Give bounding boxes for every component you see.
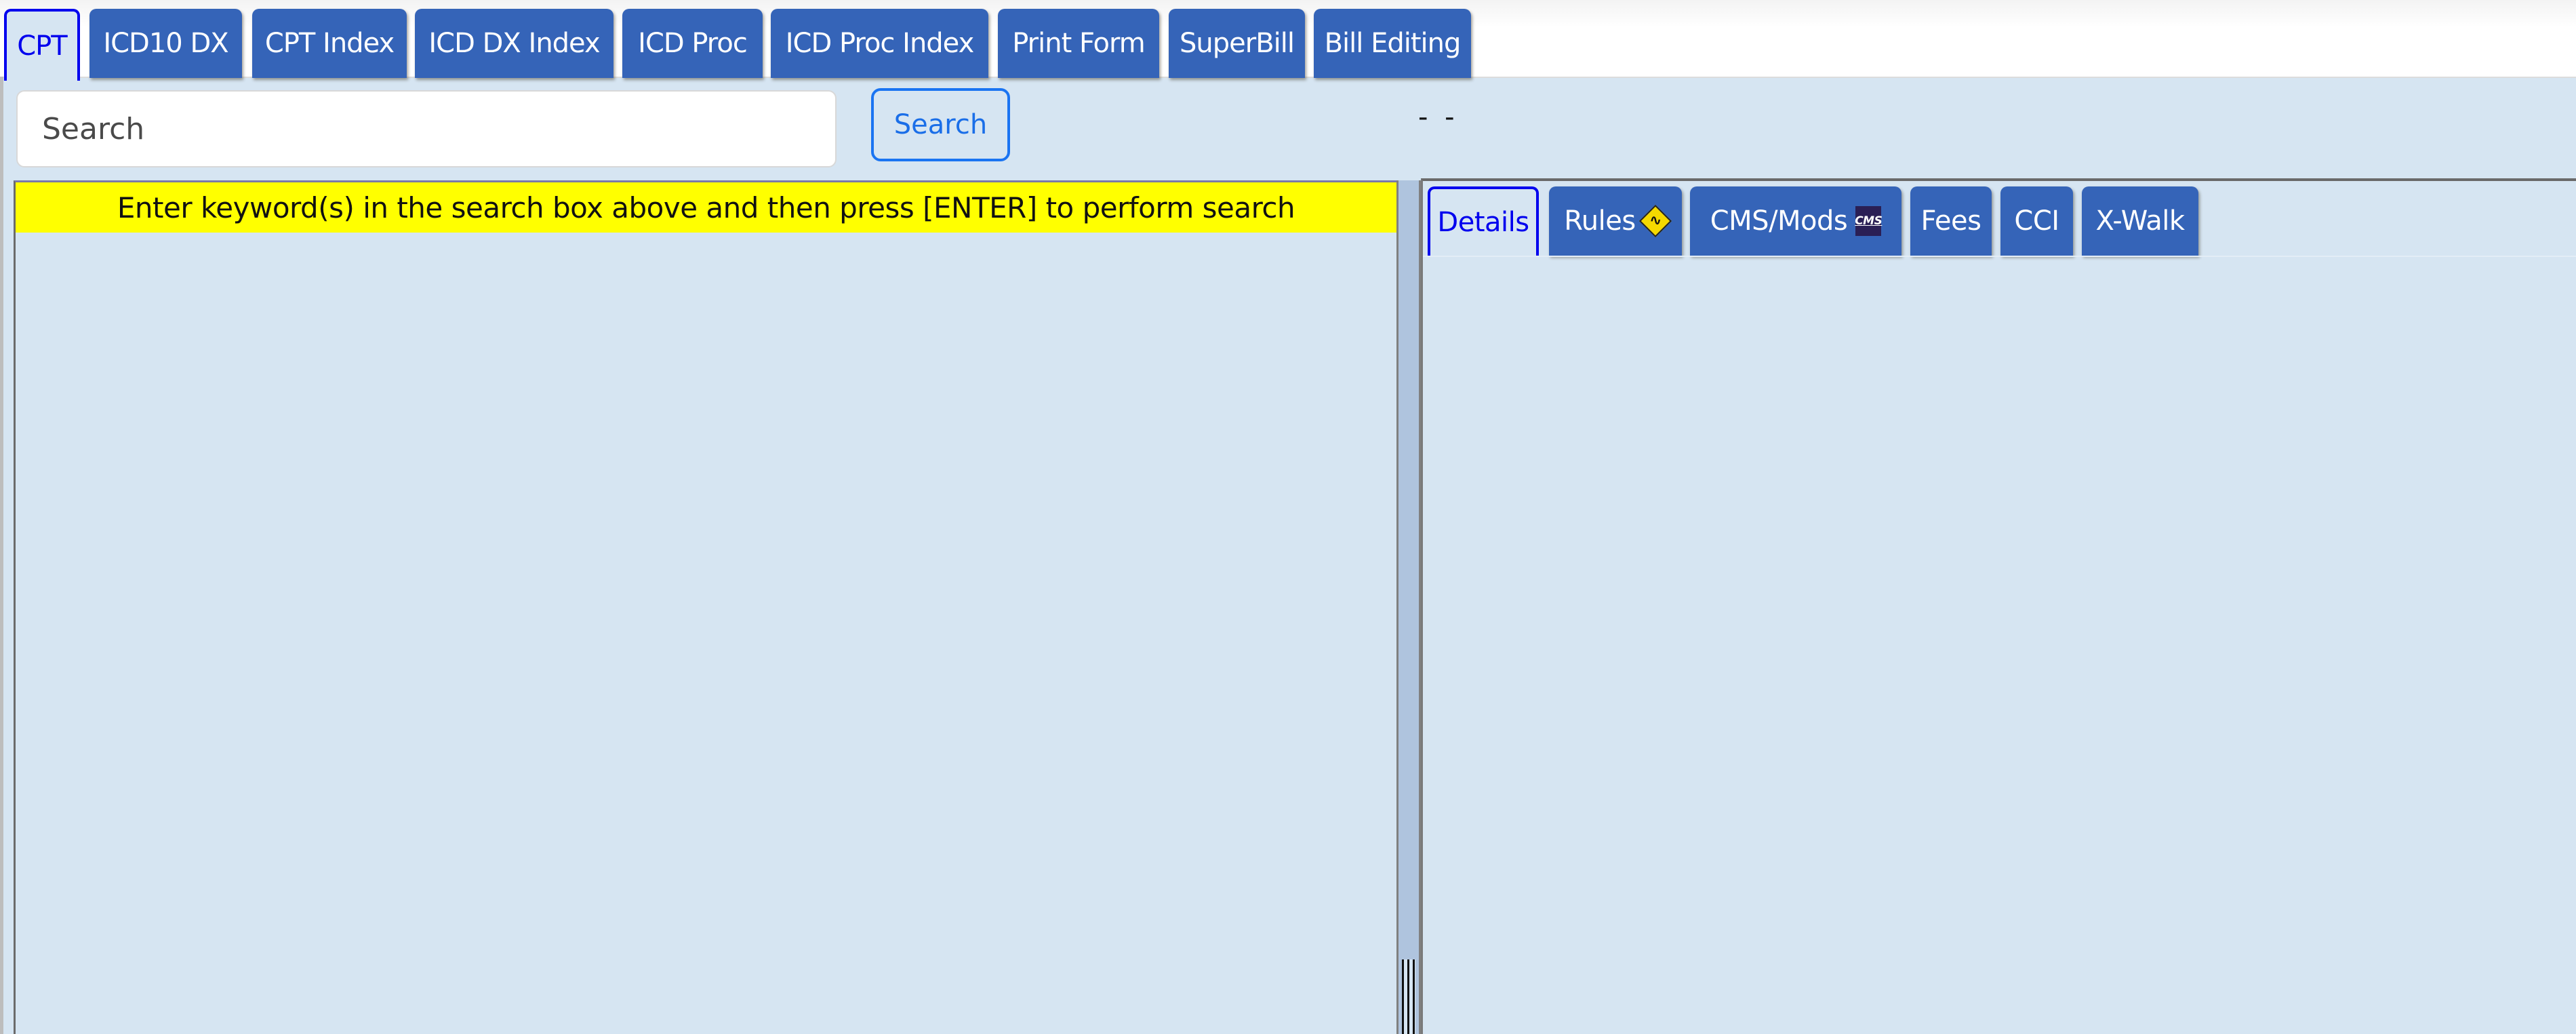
tab-fees-label: Fees — [1920, 205, 1981, 237]
tab-icd-dx-index[interactable]: ICD DX Index — [415, 9, 613, 78]
status-text: - - — [1418, 102, 1459, 133]
search-button[interactable]: Search — [871, 88, 1010, 161]
tab-x-walk-label: X-Walk — [2095, 205, 2185, 237]
tab-cci[interactable]: CCI — [2000, 186, 2073, 256]
cms-badge-icon: CMS — [1855, 206, 1883, 236]
pane-splitter[interactable] — [1396, 180, 1421, 1034]
tab-icd-proc[interactable]: ICD Proc — [622, 9, 763, 78]
tab-cpt[interactable]: CPT — [4, 9, 80, 81]
window-edge — [0, 77, 3, 1034]
tab-fees[interactable]: Fees — [1910, 186, 1992, 256]
tab-cci-label: CCI — [2014, 205, 2059, 237]
tab-print-form[interactable]: Print Form — [998, 9, 1159, 78]
search-instructions-banner: Enter keyword(s) in the search box above… — [16, 182, 1396, 233]
tab-details[interactable]: Details — [1428, 186, 1539, 256]
tab-bill-editing[interactable]: Bill Editing — [1314, 9, 1471, 78]
detail-tabs-divider — [1423, 256, 2576, 257]
tab-rules-label: Rules — [1564, 205, 1636, 237]
tab-rules[interactable]: Rules ∿ — [1549, 186, 1682, 256]
tab-cms-mods-label: CMS/Mods — [1710, 205, 1848, 237]
tab-cpt-index[interactable]: CPT Index — [252, 9, 407, 78]
detail-pane: Details Rules ∿ CMS/Mods CMS Fees CCI X-… — [1421, 178, 2576, 1034]
tab-cms-mods[interactable]: CMS/Mods CMS — [1690, 186, 1901, 256]
tab-x-walk[interactable]: X-Walk — [2082, 186, 2198, 256]
search-input[interactable] — [16, 90, 837, 167]
tab-icd10-dx[interactable]: ICD10 DX — [89, 9, 242, 78]
tab-superbill[interactable]: SuperBill — [1169, 9, 1305, 78]
splitter-grip-icon[interactable] — [1402, 959, 1415, 1034]
tab-icd-proc-index[interactable]: ICD Proc Index — [771, 9, 988, 78]
results-pane: Enter keyword(s) in the search box above… — [14, 180, 1396, 1034]
warning-curve-sign-icon: ∿ — [1638, 204, 1672, 238]
tab-details-label: Details — [1437, 207, 1529, 238]
